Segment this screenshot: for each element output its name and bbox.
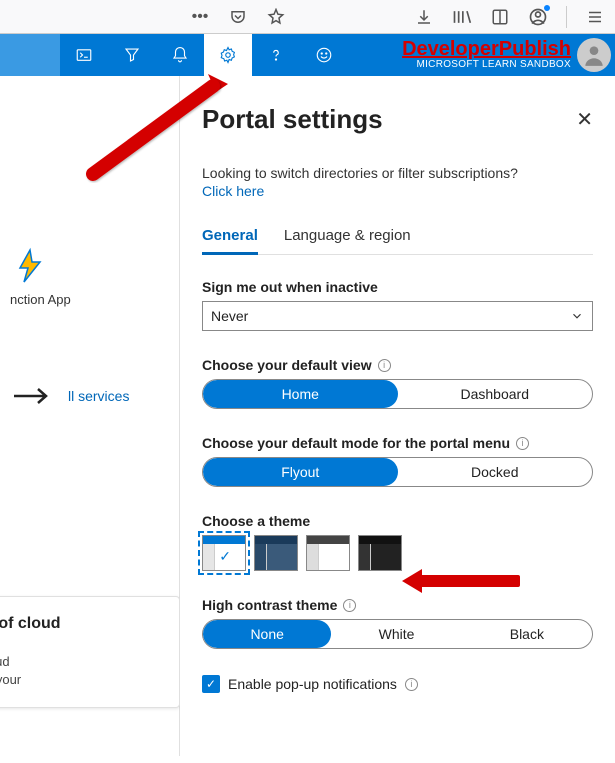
theme-option-grey[interactable] (306, 535, 350, 571)
chevron-down-icon (570, 309, 584, 323)
cloud-shell-button[interactable] (60, 34, 108, 76)
contrast-white[interactable]: White (331, 620, 461, 648)
default-view-label: Choose your default view i (202, 357, 593, 373)
directory-hint: Looking to switch directories or filter … (202, 165, 593, 181)
signout-value: Never (211, 308, 248, 324)
contrast-black[interactable]: Black (462, 620, 592, 648)
avatar[interactable] (577, 38, 611, 72)
function-app-label: nction App (10, 292, 71, 307)
feedback-button[interactable] (300, 34, 348, 76)
function-app-tile[interactable]: nction App (10, 246, 71, 307)
default-view-dashboard[interactable]: Dashboard (398, 380, 593, 408)
theme-option-dark[interactable] (358, 535, 402, 571)
popups-label: Enable pop-up notifications (228, 676, 397, 692)
all-services-link[interactable]: ll services (68, 388, 129, 404)
theme-label: Choose a theme (202, 513, 593, 529)
tabs: General Language & region (202, 227, 593, 255)
card-line: n your (0, 671, 165, 689)
contrast-none[interactable]: None (203, 620, 331, 648)
theme-picker: ✓ (202, 535, 593, 571)
portal-settings-panel: Portal settings ✕ Looking to switch dire… (180, 76, 615, 763)
signout-select[interactable]: Never (202, 301, 593, 331)
library-icon[interactable] (452, 7, 472, 27)
card-line: loud (0, 653, 165, 671)
tenant-label: MICROSOFT LEARN SANDBOX (416, 59, 571, 71)
left-column: nction App ll services s of cloud loud n… (0, 76, 180, 756)
search-area[interactable] (0, 34, 60, 76)
signout-label: Sign me out when inactive (202, 279, 593, 295)
theme-option-blue[interactable] (254, 535, 298, 571)
menu-mode-label: Choose your default mode for the portal … (202, 435, 593, 451)
menu-mode-flyout[interactable]: Flyout (203, 458, 398, 486)
check-icon: ✓ (219, 548, 231, 565)
menu-mode-segmented: Flyout Docked (202, 457, 593, 487)
default-view-segmented: Home Dashboard (202, 379, 593, 409)
theme-option-light[interactable]: ✓ (202, 535, 246, 571)
info-card: s of cloud loud n your (0, 596, 180, 708)
more-icon[interactable]: ••• (190, 7, 210, 27)
star-icon[interactable] (266, 7, 286, 27)
directory-filter-button[interactable] (108, 34, 156, 76)
info-icon[interactable]: i (516, 437, 529, 450)
help-button[interactable] (252, 34, 300, 76)
arrow-right-icon (12, 386, 52, 406)
close-button[interactable]: ✕ (576, 107, 593, 132)
pocket-icon[interactable] (228, 7, 248, 27)
menu-mode-docked[interactable]: Docked (398, 458, 593, 486)
popups-row: ✓ Enable pop-up notifications i (202, 675, 593, 693)
reader-icon[interactable] (490, 7, 510, 27)
account-icon[interactable] (528, 7, 548, 27)
popups-checkbox[interactable]: ✓ (202, 675, 220, 693)
info-icon[interactable]: i (405, 678, 418, 691)
browser-toolbar: ••• (0, 0, 615, 34)
default-view-home[interactable]: Home (203, 380, 398, 408)
divider (566, 6, 567, 28)
contrast-label: High contrast theme i (202, 597, 593, 613)
tab-general[interactable]: General (202, 227, 258, 255)
card-title: s of cloud (0, 615, 165, 633)
info-icon[interactable]: i (378, 359, 391, 372)
menu-icon[interactable] (585, 7, 605, 27)
tab-language-region[interactable]: Language & region (284, 227, 411, 254)
directory-hint-link[interactable]: Click here (202, 183, 593, 199)
notifications-button[interactable] (156, 34, 204, 76)
brand-watermark: DeveloperPublish (402, 39, 571, 59)
azure-topbar: DeveloperPublish MICROSOFT LEARN SANDBOX (0, 34, 615, 76)
panel-title: Portal settings (202, 104, 383, 135)
contrast-segmented: None White Black (202, 619, 593, 649)
info-icon[interactable]: i (343, 599, 356, 612)
settings-button[interactable] (204, 34, 252, 76)
download-icon[interactable] (414, 7, 434, 27)
